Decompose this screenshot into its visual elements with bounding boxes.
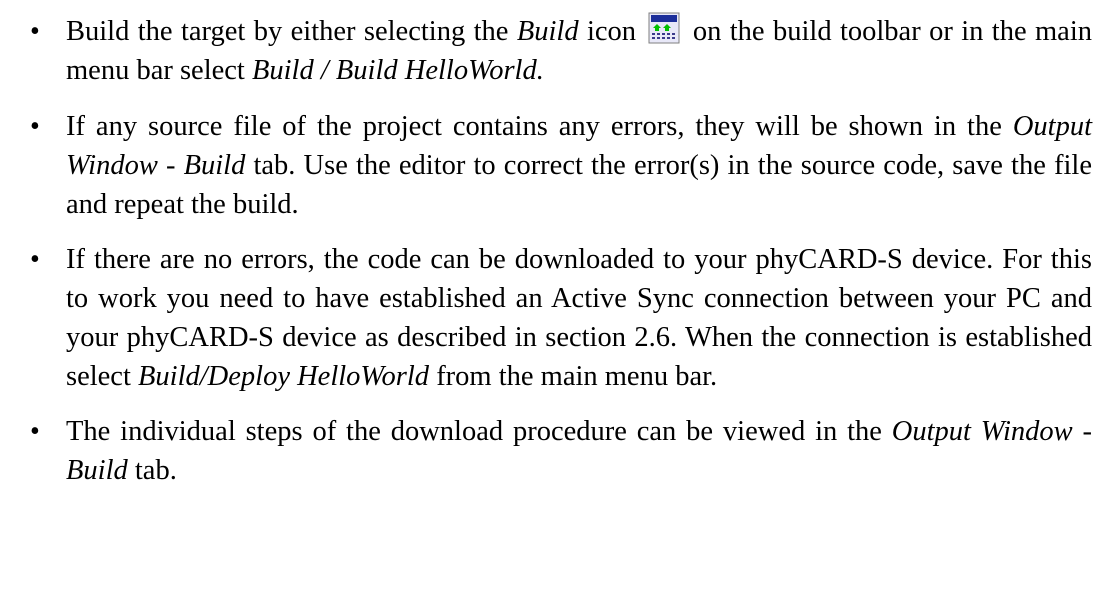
- bullet-text: The individual steps of the download pro…: [66, 416, 1092, 486]
- build-icon: [648, 12, 680, 44]
- bullet-icon: •: [30, 416, 40, 447]
- bullet-text: Build the target by either selecting the…: [66, 12, 1092, 90]
- bullet-item-download-device: • If there are no errors, the code can b…: [30, 240, 1092, 396]
- bullet-icon: •: [30, 16, 40, 47]
- bullet-text: If there are no errors, the code can be …: [66, 244, 1092, 392]
- bullet-item-build-target: • Build the target by either selecting t…: [30, 12, 1092, 90]
- bullet-icon: •: [30, 244, 40, 275]
- bullet-icon: •: [30, 111, 40, 142]
- bullet-text: If any source file of the project contai…: [66, 111, 1092, 220]
- instruction-bullet-list: • Build the target by either selecting t…: [30, 12, 1092, 506]
- bullet-item-download-steps: • The individual steps of the download p…: [30, 412, 1092, 490]
- bullet-item-source-errors: • If any source file of the project cont…: [30, 107, 1092, 224]
